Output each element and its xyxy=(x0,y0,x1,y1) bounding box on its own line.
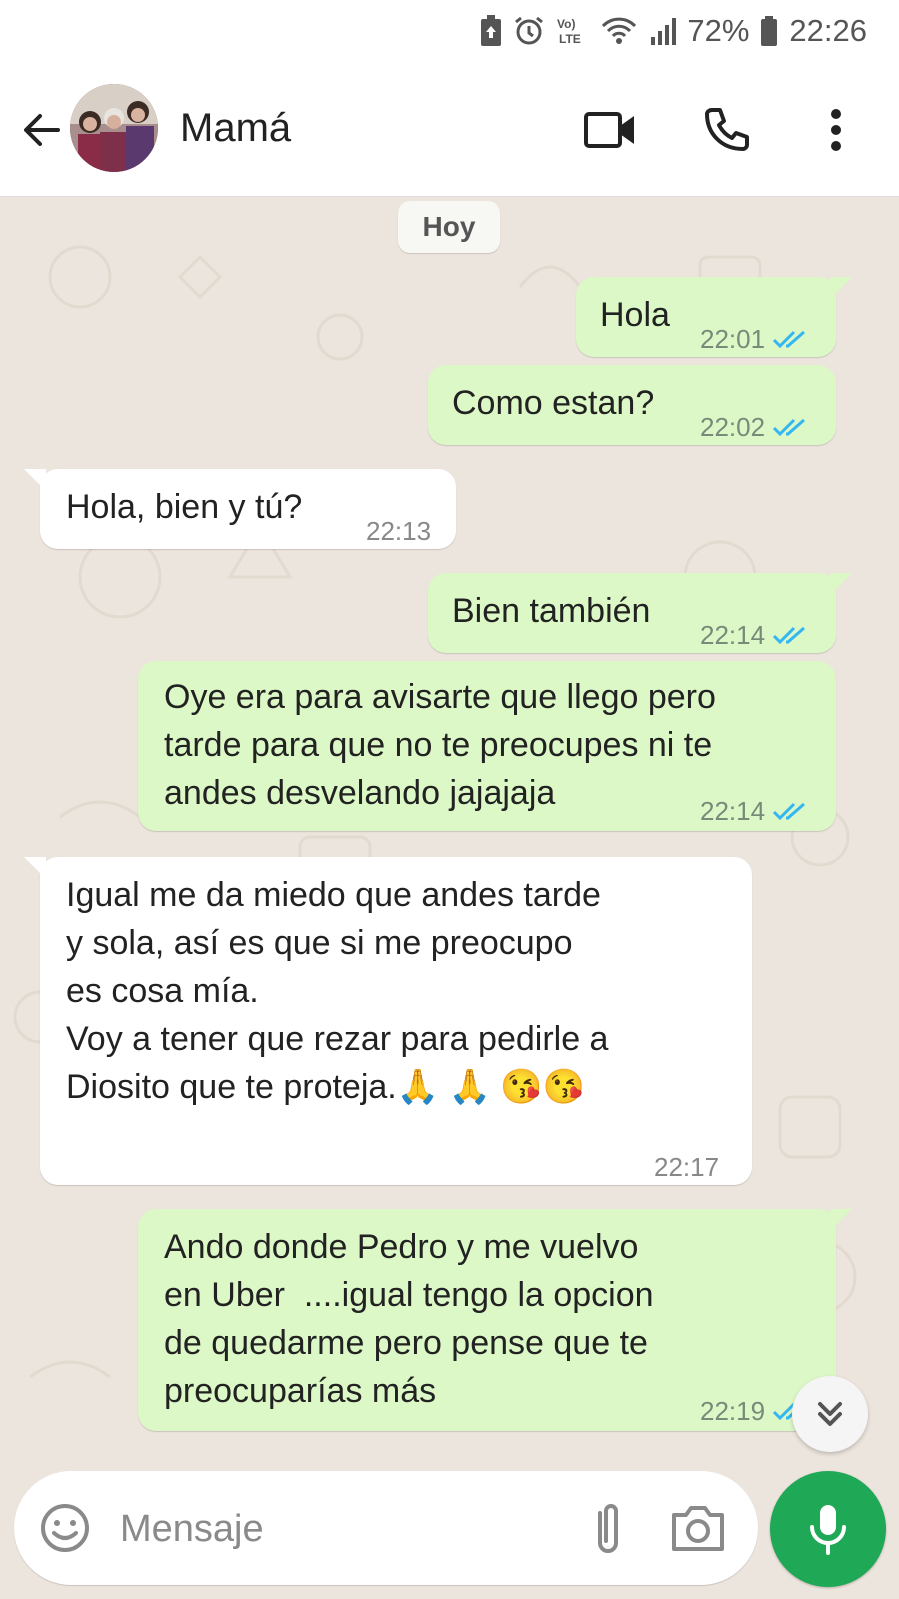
message-incoming[interactable]: Igual me da miedo que andes tarde y sola… xyxy=(24,857,752,1185)
battery-percent: 72% xyxy=(687,13,750,48)
bubble-tail xyxy=(830,277,852,299)
paperclip-icon[interactable] xyxy=(580,1499,636,1557)
message-meta: 22:01 xyxy=(700,315,811,363)
message-outgoing[interactable]: Como estan? 22:02 xyxy=(428,365,836,445)
message-time: 22:13 xyxy=(366,516,432,546)
message-text: Oye era para avisarte que llego pero tar… xyxy=(164,678,716,812)
message-text: Hola xyxy=(600,296,670,334)
message-text: Como estan? xyxy=(452,384,655,422)
message-text: Hola, bien y tú? xyxy=(66,488,303,526)
contact-name[interactable]: Mamá xyxy=(180,106,291,151)
message-outgoing[interactable]: Ando donde Pedro y me vuelvo en Uber ...… xyxy=(138,1209,852,1431)
video-call-button[interactable] xyxy=(578,98,642,162)
message-time: 22:02 xyxy=(700,412,766,442)
message-time: 22:01 xyxy=(700,324,766,354)
bubble-tail xyxy=(830,1209,852,1231)
bubble-tail xyxy=(24,857,46,879)
wifi-icon xyxy=(602,17,637,44)
message-outgoing[interactable]: Hola 22:01 xyxy=(576,277,852,357)
message-outgoing[interactable]: Oye era para avisarte que llego pero tar… xyxy=(138,661,836,831)
bubble-tail xyxy=(830,573,852,595)
message-meta: 22:13 xyxy=(366,507,431,555)
avatar[interactable] xyxy=(70,84,158,172)
double-chevron-down-icon xyxy=(818,1402,842,1426)
phone-icon xyxy=(705,108,749,151)
svg-text:LTE: LTE xyxy=(559,32,581,46)
more-vert-icon xyxy=(831,109,841,151)
chat-area[interactable]: Hoy Hola 22:01 Como estan? 22:02 Hola, b… xyxy=(0,197,899,1459)
voice-call-button[interactable] xyxy=(694,98,758,162)
bubble-tail xyxy=(24,469,46,491)
microphone-icon xyxy=(810,1505,846,1555)
volte-icon: Vo)LTE xyxy=(557,17,581,46)
read-ticks-icon xyxy=(773,626,806,645)
message-text: Ando donde Pedro y me vuelvo en Uber ...… xyxy=(164,1228,654,1410)
clock: 22:26 xyxy=(789,13,867,48)
more-options-button[interactable] xyxy=(804,98,868,162)
svg-text:Vo): Vo) xyxy=(557,17,575,31)
avatar-photo xyxy=(70,84,158,172)
signal-icon xyxy=(651,18,677,45)
video-call-icon xyxy=(584,112,634,148)
read-ticks-icon xyxy=(773,418,806,437)
scroll-to-bottom-button[interactable] xyxy=(792,1376,868,1452)
emoji-icon[interactable] xyxy=(38,1501,92,1555)
read-ticks-icon xyxy=(773,802,806,821)
message-meta: 22:17 xyxy=(654,1143,719,1191)
message-input[interactable] xyxy=(118,1497,542,1561)
message-time: 22:14 xyxy=(700,796,766,826)
message-outgoing[interactable]: Bien también 22:14 xyxy=(428,573,852,653)
mic-button[interactable] xyxy=(770,1471,886,1587)
message-meta: 22:14 xyxy=(700,787,811,835)
date-chip: Hoy xyxy=(398,201,500,253)
battery-icon xyxy=(761,16,778,46)
message-meta: 22:14 xyxy=(700,611,811,659)
alarm-icon xyxy=(515,16,544,45)
message-time: 22:19 xyxy=(700,1396,766,1426)
message-text: Bien también xyxy=(452,592,651,630)
status-bar: Vo) LTE 72% 22:26 xyxy=(0,0,899,62)
message-time: 22:17 xyxy=(654,1152,720,1182)
chat-header: Mamá xyxy=(0,62,899,197)
message-meta: 22:02 xyxy=(700,403,811,451)
battery-saver-icon xyxy=(481,15,502,46)
composer-bar xyxy=(0,1459,899,1599)
message-text: Igual me da miedo que andes tarde y sola… xyxy=(66,876,609,1106)
message-input-box[interactable] xyxy=(14,1471,758,1585)
message-incoming[interactable]: Hola, bien y tú? 22:13 xyxy=(24,469,456,549)
arrow-left-icon[interactable] xyxy=(18,106,66,154)
read-ticks-icon xyxy=(773,330,806,349)
message-time: 22:14 xyxy=(700,620,766,650)
camera-icon[interactable] xyxy=(668,1499,728,1557)
